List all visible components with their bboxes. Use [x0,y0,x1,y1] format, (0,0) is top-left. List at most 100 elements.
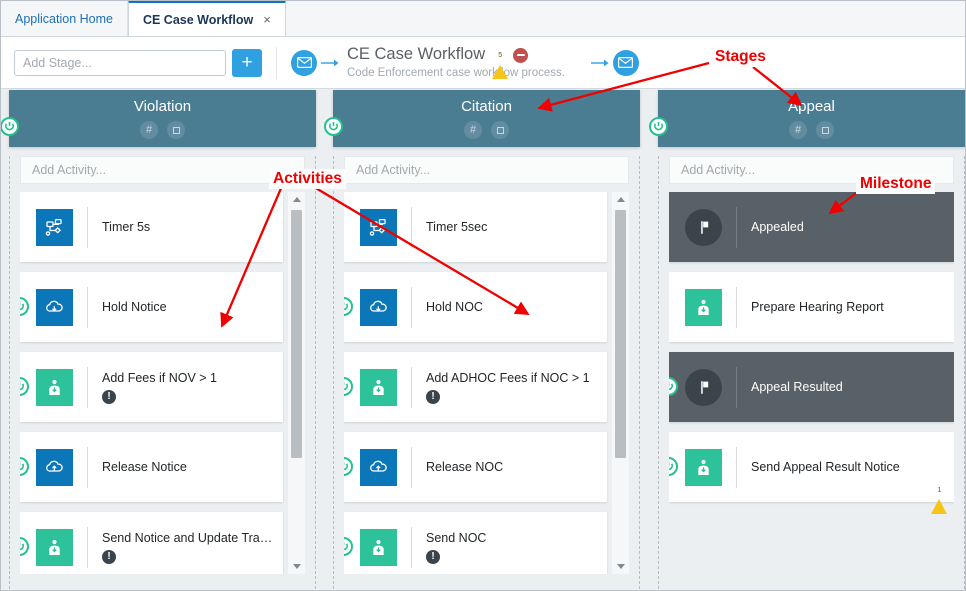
tab-label: Application Home [15,12,113,26]
hash-icon[interactable]: # [464,121,482,139]
page-title: CE Case Workflow [347,46,485,63]
scroll-up-arrow-icon[interactable] [612,192,629,207]
card-body: Add ADHOC Fees if NOC > 1! [412,352,607,422]
hash-icon[interactable]: # [140,121,158,139]
activity-card[interactable]: Send Appeal Result Notice 1 [669,432,954,502]
milestone-card[interactable]: Appeal Resulted [669,352,954,422]
activity-list: Timer 5s Hold Notice Add Fees if NOV > 1! R… [20,192,305,574]
cloud-hold-icon [36,289,73,326]
tab-bar: Application Home CE Case Workflow × [1,1,966,37]
exclamation-icon[interactable]: ! [102,550,116,564]
stage-header[interactable]: Violation# [9,90,316,147]
activity-card[interactable]: Add ADHOC Fees if NOC > 1! [344,352,607,422]
warning-triangle-icon[interactable]: 5 [492,48,508,62]
flag-icon [685,209,722,246]
activity-power-toggle-icon[interactable] [20,537,29,556]
card-title: Hold NOC [426,300,597,314]
mail-icon [291,50,317,76]
hash-icon[interactable]: # [789,121,807,139]
activity-card[interactable]: Release NOC [344,432,607,502]
card-title: Release Notice [102,460,273,474]
card-title: Timer 5s [102,220,273,234]
activity-power-toggle-icon[interactable] [20,297,29,316]
warning-triangle-icon[interactable]: 1 [931,482,948,497]
stage-header[interactable]: Appeal# [658,90,965,147]
stop-icon[interactable] [513,48,528,63]
square-icon[interactable] [491,121,509,139]
activity-card[interactable]: Release Notice [20,432,283,502]
card-title: Appeal Resulted [751,380,944,394]
tab-application-home[interactable]: Application Home [1,1,128,36]
workflow-designer-window: Application Home CE Case Workflow × + CE… [0,0,966,591]
card-body: Appeal Resulted [737,352,954,422]
add-stage-input[interactable] [14,50,226,76]
process-subtitle: Code Enforcement case workflow process. [347,67,565,79]
activity-power-toggle-icon[interactable] [669,377,678,396]
warning-count: 1 [931,487,948,494]
card-body: Prepare Hearing Report [737,272,954,342]
person-task-icon [360,369,397,406]
activity-card[interactable]: Send Notice and Update Trackin…! [20,512,283,574]
scroll-down-arrow-icon[interactable] [612,559,629,574]
stage-power-toggle-icon[interactable] [649,117,668,136]
stage-header-icons: # [464,121,509,139]
exclamation-icon[interactable]: ! [102,390,116,404]
stage-column-citation: Citation# Add Activity... Timer 5sec Hold N… [333,90,640,591]
vertical-scrollbar[interactable] [288,192,305,574]
stage-body: Add Activity... Timer 5s Hold Notice Add Fe… [9,156,316,591]
activity-scroll-area: Timer 5s Hold Notice Add Fees if NOV > 1! R… [20,192,305,574]
activity-power-toggle-icon[interactable] [669,457,678,476]
activity-card[interactable]: Prepare Hearing Report [669,272,954,342]
activity-power-toggle-icon[interactable] [20,457,29,476]
stage-power-toggle-icon[interactable] [0,117,19,136]
person-task-icon [685,449,722,486]
activity-power-toggle-icon[interactable] [344,297,353,316]
stage-column-violation: Violation# Add Activity... Timer 5s Hold No… [9,90,316,591]
stage-header-icons: # [140,121,185,139]
card-body: Release NOC [412,432,607,502]
card-body: Hold NOC [412,272,607,342]
square-icon[interactable] [167,121,185,139]
scroll-up-arrow-icon[interactable] [288,192,305,207]
exclamation-icon[interactable]: ! [426,390,440,404]
activity-power-toggle-icon[interactable] [344,457,353,476]
person-task-icon [36,369,73,406]
toolbar: + CE Case Workflow 5 Code Enforcement ca… [1,37,966,89]
activity-card[interactable]: Add Fees if NOV > 1! [20,352,283,422]
card-body: Send Appeal Result Notice [737,432,954,502]
card-body: Send Notice and Update Trackin…! [88,512,283,574]
milestone-card[interactable]: Appealed [669,192,954,262]
activity-power-toggle-icon[interactable] [344,537,353,556]
card-title: Send Appeal Result Notice [751,460,944,474]
activity-card[interactable]: Hold NOC [344,272,607,342]
activity-power-toggle-icon[interactable] [20,377,29,396]
card-title: Add Fees if NOV > 1 [102,371,273,385]
close-icon[interactable]: × [263,13,271,26]
scroll-down-arrow-icon[interactable] [288,559,305,574]
card-title: Timer 5sec [426,220,597,234]
timer-flow-icon [36,209,73,246]
add-activity-input[interactable]: Add Activity... [344,156,629,184]
card-title: Send Notice and Update Trackin… [102,531,273,545]
scrollbar-thumb[interactable] [615,210,626,458]
stage-power-toggle-icon[interactable] [324,117,343,136]
activity-card[interactable]: Timer 5sec [344,192,607,262]
toolbar-divider [276,47,277,79]
activity-power-toggle-icon[interactable] [344,377,353,396]
activity-card[interactable]: Hold Notice [20,272,283,342]
tab-ce-case-workflow[interactable]: CE Case Workflow × [128,0,286,36]
activity-card[interactable]: Send NOC! [344,512,607,574]
exclamation-icon[interactable]: ! [426,550,440,564]
scrollbar-thumb[interactable] [291,210,302,458]
cloud-hold-icon [360,289,397,326]
cloud-release-icon [36,449,73,486]
card-title: Hold Notice [102,300,273,314]
person-task-icon [685,289,722,326]
activity-list: Timer 5sec Hold NOC Add ADHOC Fees if NOC … [344,192,629,574]
add-stage-button[interactable]: + [232,49,262,77]
add-activity-input[interactable]: Add Activity... [20,156,305,184]
stage-header[interactable]: Citation# [333,90,640,147]
activity-card[interactable]: Timer 5s [20,192,283,262]
square-icon[interactable] [816,121,834,139]
vertical-scrollbar[interactable] [612,192,629,574]
